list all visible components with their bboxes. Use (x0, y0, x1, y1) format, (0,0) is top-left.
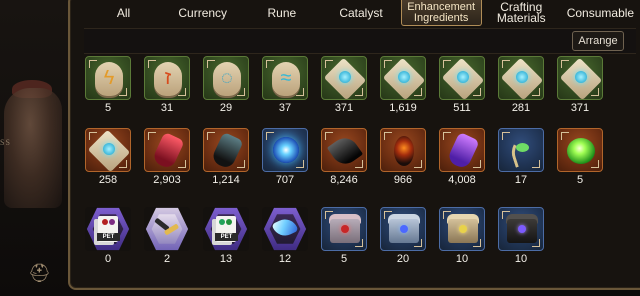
item-frame (439, 56, 485, 100)
item-quantity: 5 (576, 174, 584, 186)
green-orb-icon (567, 138, 595, 164)
item-slot[interactable]: 4,008 (439, 128, 485, 186)
item-slot[interactable]: 2,903 (144, 128, 190, 186)
item-frame: ז (144, 56, 190, 100)
item-slot[interactable]: 17 (498, 128, 544, 186)
green-leaf (516, 143, 529, 152)
item-quantity: 31 (160, 102, 174, 114)
item-frame (262, 207, 308, 251)
rune-wave-icon: ≈ (272, 62, 300, 96)
item-quantity: 0 (104, 253, 112, 265)
item-frame (498, 128, 544, 172)
item-slot[interactable]: 511 (439, 56, 485, 114)
item-slot[interactable]: 5 (557, 128, 603, 186)
item-frame (380, 56, 426, 100)
item-slot[interactable]: 8,246 (321, 128, 367, 186)
item-frame (144, 128, 190, 172)
item-frame (262, 128, 308, 172)
item-quantity: 5 (104, 102, 112, 114)
inventory-screen: SS ⛑ All Currency Rune Catalyst Enhancem… (0, 0, 640, 296)
item-quantity: 371 (570, 102, 590, 114)
rune-circle-icon: ◌ (213, 62, 241, 96)
item-quantity: 20 (396, 253, 410, 265)
item-slot[interactable]: 966 (380, 128, 426, 186)
item-slot[interactable]: 10 (498, 207, 544, 265)
character-figure (4, 88, 62, 208)
item-frame (380, 207, 426, 251)
item-quantity: 371 (334, 102, 354, 114)
item-frame (498, 56, 544, 100)
item-frame (85, 128, 131, 172)
blue-orb-icon (273, 137, 299, 163)
item-quantity: 29 (219, 102, 233, 114)
item-quantity: 511 (453, 102, 471, 114)
rune-flame-icon: ז (154, 62, 182, 96)
item-grid: ϟ 5 ז 31 ◌ 29 ≈ 37 371 1,619 511 281 371… (84, 0, 640, 296)
item-frame (203, 128, 249, 172)
item-slot[interactable]: 281 (498, 56, 544, 114)
item-slot[interactable]: PET 0 (85, 207, 131, 265)
item-quantity: 37 (278, 102, 292, 114)
item-quantity: 13 (219, 253, 233, 265)
dark-egg-icon (394, 136, 414, 166)
item-frame: ϟ (85, 56, 131, 100)
scroll-tool-icon (154, 217, 182, 240)
item-quantity: 2 (163, 253, 171, 265)
item-slot[interactable]: 12 (262, 207, 308, 265)
item-quantity: 4,008 (448, 174, 476, 186)
item-frame: PET (203, 207, 249, 251)
item-quantity: 258 (98, 174, 118, 186)
item-slot[interactable]: 20 (380, 207, 426, 265)
pet-label-icon: PET (215, 233, 238, 241)
item-slot[interactable]: 371 (321, 56, 367, 114)
item-quantity: 10 (455, 253, 469, 265)
item-slot[interactable]: 371 (557, 56, 603, 114)
item-slot[interactable]: ◌ 29 (203, 56, 249, 114)
rune-lightning-icon: ϟ (95, 62, 123, 96)
item-frame (439, 207, 485, 251)
item-slot[interactable]: 707 (262, 128, 308, 186)
background-label: SS (0, 138, 11, 147)
item-frame (557, 56, 603, 100)
item-frame: ◌ (203, 56, 249, 100)
item-frame (144, 207, 190, 251)
item-quantity: 966 (393, 174, 413, 186)
item-quantity: 10 (514, 253, 528, 265)
item-quantity: 1,619 (389, 102, 417, 114)
item-slot[interactable]: PET 13 (203, 207, 249, 265)
item-frame (380, 128, 426, 172)
item-slot[interactable]: ז 31 (144, 56, 190, 114)
item-quantity: 12 (278, 253, 292, 265)
item-frame (498, 207, 544, 251)
item-quantity: 2,903 (153, 174, 181, 186)
pet-label-icon: PET (97, 233, 120, 241)
item-frame (557, 128, 603, 172)
helmet-icon[interactable]: ⛑ (28, 262, 51, 284)
item-slot[interactable]: 258 (85, 128, 131, 186)
item-slot[interactable]: 2 (144, 207, 190, 265)
item-slot[interactable]: 1,214 (203, 128, 249, 186)
item-quantity: 707 (275, 174, 295, 186)
item-quantity: 1,214 (212, 174, 240, 186)
item-frame: ≈ (262, 56, 308, 100)
item-slot[interactable]: ϟ 5 (85, 56, 131, 114)
item-slot[interactable]: 5 (321, 207, 367, 265)
item-frame (321, 207, 367, 251)
item-slot[interactable]: 10 (439, 207, 485, 265)
item-quantity: 8,246 (330, 174, 358, 186)
item-frame: PET (85, 207, 131, 251)
item-quantity: 5 (340, 253, 348, 265)
item-frame (439, 128, 485, 172)
item-frame (321, 128, 367, 172)
item-frame (321, 56, 367, 100)
item-quantity: 281 (511, 102, 531, 114)
item-slot[interactable]: ≈ 37 (262, 56, 308, 114)
item-slot[interactable]: 1,619 (380, 56, 426, 114)
item-quantity: 17 (514, 174, 528, 186)
